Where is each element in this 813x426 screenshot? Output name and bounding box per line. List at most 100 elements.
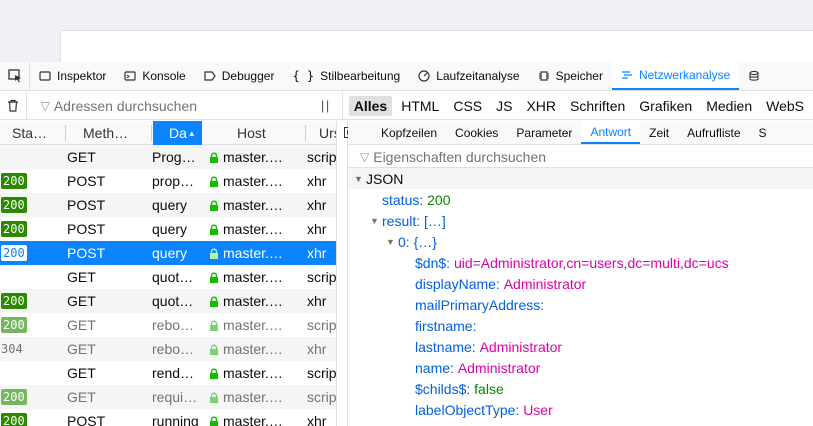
cell-cause: xhr (307, 413, 327, 426)
json-value: Administrator (457, 359, 541, 376)
type-filter-xhr[interactable]: XHR (521, 96, 561, 116)
table-row[interactable]: 200 GET quot… master.… xhr (0, 289, 336, 313)
json-value: uid=Administrator,cn=users,dc=multi,dc=u… (453, 254, 729, 271)
table-row[interactable]: 200 GET requi… master.… scrip (0, 385, 336, 409)
details-tabs: Kopfzeilen Cookies Parameter Antwort Zei… (348, 121, 813, 145)
cell-cause: scrip (307, 269, 336, 285)
json-key: $childs$: (415, 380, 471, 397)
table-row[interactable]: GET quot… master.… scrip (0, 265, 336, 289)
network-icon (621, 69, 633, 81)
tab-cookies[interactable]: Cookies (446, 121, 507, 144)
table-row[interactable]: 200 POST query master.… xhr (0, 193, 336, 217)
tab-response[interactable]: Antwort (581, 121, 641, 144)
lock-icon (209, 248, 219, 259)
type-filter-images[interactable]: Grafiken (634, 96, 697, 116)
property-filter-placeholder: Eigenschaften durchsuchen (373, 148, 547, 165)
pause-button[interactable]: | | (307, 92, 343, 119)
filter-icon: ▽ (40, 98, 50, 113)
clear-button[interactable] (0, 92, 27, 119)
requests-table-header: Sta… Meth… Da▲ Host Urs (0, 121, 336, 145)
table-row[interactable]: 200 POST running master.… xhr (0, 409, 336, 426)
browser-top-strip (0, 0, 813, 62)
tab-console[interactable]: Konsole (115, 62, 194, 90)
column-method-label: Meth… (83, 125, 129, 141)
console-icon (124, 70, 136, 82)
type-filter-media[interactable]: Medien (701, 96, 757, 116)
devtools-toolbar: Inspektor Konsole Debugger { } Stilbearb… (0, 62, 813, 91)
tab-memory-label: Speicher (555, 69, 603, 83)
tab-headers[interactable]: Kopfzeilen (372, 121, 446, 144)
cell-status: 200 (0, 385, 60, 409)
cell-file: quot… (152, 293, 194, 309)
sort-ascending-icon: ▲ (187, 128, 196, 138)
tab-network[interactable]: Netzwerkanalyse (611, 62, 740, 90)
table-row[interactable]: 304 GET rebo… master.… xhr (0, 337, 336, 361)
type-filter-css[interactable]: CSS (448, 96, 487, 116)
type-filter-websockets[interactable]: WebS (761, 96, 809, 116)
cell-host: master.… (209, 385, 303, 409)
tab-params[interactable]: Parameter (507, 121, 581, 144)
requests-list: GET Prog… master.… scrip 200 POST prop… master.… (0, 145, 336, 426)
cell-host: master.… (209, 361, 303, 385)
type-filter-html[interactable]: HTML (396, 96, 444, 116)
panel-splitter[interactable] (336, 121, 355, 426)
json-section-header[interactable]: ▼ JSON (348, 168, 813, 189)
column-status-label: Sta… (12, 125, 48, 141)
cell-method: GET (67, 317, 96, 333)
table-row[interactable]: GET Prog… master.… scrip (0, 145, 336, 169)
tab-security[interactable]: S (750, 121, 776, 144)
cell-cause: scrip (307, 389, 336, 405)
table-row[interactable]: 200 POST prop… master.… xhr (0, 169, 336, 193)
tab-style-editor[interactable]: { } Stilbearbeitung (283, 62, 409, 90)
json-key: 0: (398, 233, 410, 250)
tab-inspector[interactable]: Inspektor (30, 62, 115, 90)
table-row[interactable]: GET rend… master.… scrip (0, 361, 336, 385)
json-row: displayName: Administrator (348, 273, 813, 294)
url-filter-input[interactable]: ▽ Adressen durchsuchen (27, 92, 308, 119)
type-filter-js[interactable]: JS (491, 96, 517, 116)
column-host[interactable]: Host (203, 121, 306, 145)
status-badge: 200 (1, 413, 27, 426)
tab-memory[interactable]: Speicher (529, 62, 612, 90)
cell-host-text: master.… (223, 389, 283, 405)
cell-host: master.… (209, 169, 303, 193)
tab-performance[interactable]: Laufzeitanalyse (409, 62, 528, 90)
tab-timings[interactable]: Zeit (640, 121, 678, 144)
json-key: displayName: (415, 275, 500, 292)
column-file[interactable]: Da ▲ (153, 121, 202, 145)
tab-style-editor-label: Stilbearbeitung (320, 69, 401, 83)
cell-host: master.… (209, 289, 303, 313)
json-value: User (523, 401, 553, 418)
cell-method: GET (67, 149, 96, 165)
lock-icon (209, 152, 219, 163)
property-filter-input[interactable]: ▽ Eigenschaften durchsuchen (348, 146, 813, 168)
column-status[interactable]: Sta… (0, 121, 66, 145)
tab-storage[interactable] (739, 62, 775, 90)
cell-status: 200 (0, 217, 60, 241)
type-filter-fonts[interactable]: Schriften (565, 96, 630, 116)
expand-arrow-icon: ▼ (386, 236, 395, 247)
trash-icon (7, 99, 18, 112)
column-cause[interactable]: Urs (306, 121, 336, 145)
cell-status: 200 (0, 409, 60, 426)
cell-status: 200 (0, 289, 60, 313)
type-filter-all[interactable]: Alles (348, 95, 393, 116)
json-row-item[interactable]: ▼ 0: {…} (348, 231, 813, 252)
cell-method: GET (67, 365, 96, 381)
tab-stack-trace[interactable]: Aufrufliste (678, 121, 749, 144)
table-row[interactable]: 200 POST query master.… xhr (0, 217, 336, 241)
table-row[interactable]: 200 GET rebo… master.… scrip (0, 313, 336, 337)
url-bar[interactable] (60, 30, 813, 62)
element-picker-button[interactable] (0, 62, 30, 90)
table-row[interactable]: 200 POST query master.… xhr (0, 241, 336, 265)
details-toggle[interactable] (348, 121, 372, 144)
json-key: name: (415, 359, 454, 376)
pause-icon: | | (320, 98, 329, 113)
json-value: 200 (427, 191, 451, 208)
pick-element-icon (7, 69, 21, 83)
json-row-result[interactable]: ▼ result: […] (348, 210, 813, 231)
cell-status (0, 361, 60, 385)
tab-debugger[interactable]: Debugger (195, 62, 284, 90)
column-method[interactable]: Meth… (66, 121, 152, 145)
cell-host-text: master.… (223, 317, 283, 333)
